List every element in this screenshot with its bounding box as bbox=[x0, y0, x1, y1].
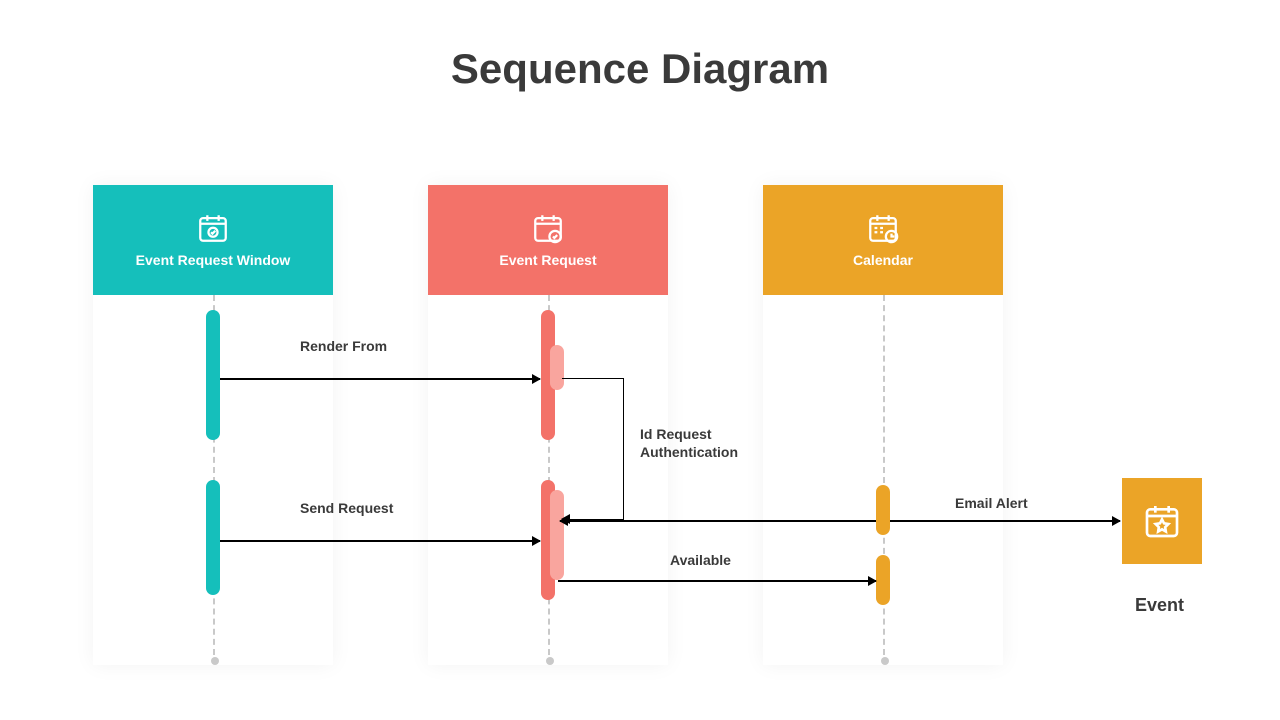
lane-label: Event Request bbox=[499, 251, 596, 269]
msg-available: Available bbox=[670, 552, 731, 570]
calendar-ok-icon bbox=[531, 211, 565, 245]
lane-event-request-window: Event Request Window bbox=[93, 185, 333, 665]
lane-event-request: Event Request bbox=[428, 185, 668, 665]
lane-label: Event Request Window bbox=[136, 251, 291, 269]
activation-bar bbox=[206, 480, 220, 595]
msg-send-request: Send Request bbox=[300, 500, 393, 518]
activation-bar bbox=[876, 485, 890, 535]
self-loop-id-auth bbox=[562, 378, 624, 520]
lane-header-calendar: Calendar bbox=[763, 185, 1003, 295]
activation-bar bbox=[206, 310, 220, 440]
lane-calendar: Calendar bbox=[763, 185, 1003, 665]
event-label: Event bbox=[1135, 595, 1184, 616]
arrow-render-from bbox=[220, 378, 540, 380]
arrow-send-request bbox=[220, 540, 540, 542]
msg-email-alert: Email Alert bbox=[955, 495, 1028, 513]
lane-header-event-request: Event Request bbox=[428, 185, 668, 295]
diagram-title: Sequence Diagram bbox=[0, 45, 1280, 93]
lane-header-event-request-window: Event Request Window bbox=[93, 185, 333, 295]
arrow-calendar-to-request bbox=[560, 520, 876, 522]
calendar-clock-icon bbox=[866, 211, 900, 245]
calendar-star-icon bbox=[1142, 501, 1182, 541]
calendar-check-icon bbox=[196, 211, 230, 245]
arrow-available bbox=[558, 580, 876, 582]
activation-bar bbox=[876, 555, 890, 605]
lane-label: Calendar bbox=[853, 251, 913, 269]
event-node bbox=[1122, 478, 1202, 564]
msg-id-auth: Id Request Authentication bbox=[640, 426, 738, 461]
msg-render-from: Render From bbox=[300, 338, 387, 356]
arrow-email-alert bbox=[890, 520, 1120, 522]
